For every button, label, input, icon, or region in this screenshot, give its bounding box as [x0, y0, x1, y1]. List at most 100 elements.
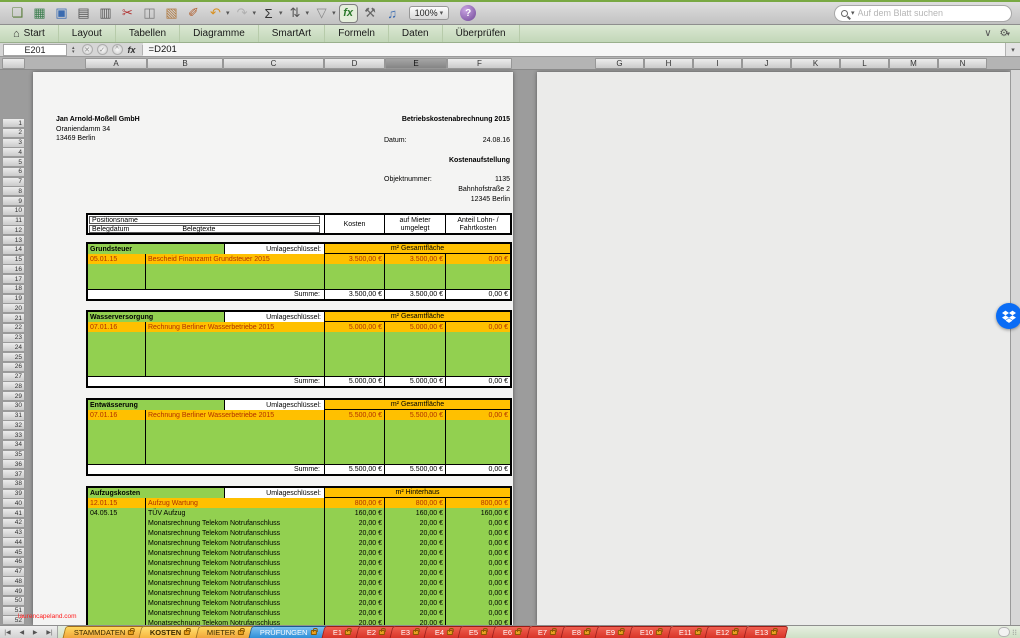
cell-anteil[interactable]: 0,00 €: [445, 598, 510, 608]
name-box[interactable]: E201: [3, 44, 67, 56]
accept-icon[interactable]: ✓: [97, 44, 108, 55]
umlage-value[interactable]: m² Gesamtfläche: [324, 312, 510, 322]
sender-name[interactable]: Jan Arnold-Moßell GmbH: [56, 115, 140, 125]
umlage-label[interactable]: Umlageschlüssel:: [224, 312, 324, 322]
ribbon-tab-tabellen[interactable]: Tabellen: [116, 25, 180, 42]
cell-kosten[interactable]: 20,00 €: [324, 538, 384, 548]
row-header-3[interactable]: 3: [2, 138, 25, 148]
sheet-search[interactable]: ▾: [834, 5, 1012, 22]
filler-cell[interactable]: [145, 420, 324, 464]
cell-kosten[interactable]: 3.500,00 €: [324, 254, 384, 264]
row-header-29[interactable]: 29: [2, 391, 25, 401]
cell-date[interactable]: 05.01.15: [88, 254, 145, 264]
cell-date[interactable]: [88, 528, 145, 538]
media-browser-icon[interactable]: ♫: [383, 4, 402, 23]
value-column-header-1[interactable]: auf Mieter umgelegt: [384, 215, 445, 234]
summe-kosten[interactable]: 3.500,00 €: [324, 290, 384, 299]
zoom-select[interactable]: 100%▾: [409, 6, 450, 20]
vertical-scrollbar[interactable]: [1010, 70, 1020, 625]
row-header-48[interactable]: 48: [2, 576, 25, 586]
row-header-32[interactable]: 32: [2, 420, 25, 430]
open-gallery-icon[interactable]: ▦: [30, 4, 49, 23]
umlage-label[interactable]: Umlageschlüssel:: [224, 488, 324, 498]
last-sheet-button[interactable]: ▶|: [46, 629, 52, 636]
filler-cell[interactable]: [88, 264, 145, 289]
column-header-m[interactable]: M: [889, 58, 938, 69]
sender-city[interactable]: 13469 Berlin: [56, 134, 140, 144]
cell-kosten[interactable]: 5.000,00 €: [324, 322, 384, 332]
row-header-6[interactable]: 6: [2, 167, 25, 177]
sheet-tab-pr-fungen[interactable]: PRÜFUNGEN: [249, 626, 329, 638]
ribbon-tab-daten[interactable]: Daten: [389, 25, 443, 42]
row-header-36[interactable]: 36: [2, 459, 25, 469]
umlage-value[interactable]: m² Gesamtfläche: [324, 244, 510, 254]
object-number[interactable]: 1135: [495, 175, 510, 185]
sheet-tab-stammdaten[interactable]: STAMMDATEN: [63, 626, 146, 638]
row-header-21[interactable]: 21: [2, 313, 25, 323]
table-row[interactable]: Monatsrechnung Telekom Notrufanschluss 20…: [88, 598, 510, 608]
row-header-35[interactable]: 35: [2, 450, 25, 460]
cell-text[interactable]: Monatsrechnung Telekom Notrufanschluss: [145, 548, 324, 558]
cell-mieter[interactable]: 20,00 €: [384, 528, 445, 538]
cell-date[interactable]: [88, 548, 145, 558]
open-icon[interactable]: ▣: [52, 4, 71, 23]
sort-dropdown-icon[interactable]: ▾: [306, 9, 310, 17]
toolbox-icon[interactable]: ⚒: [361, 4, 380, 23]
table-row[interactable]: Monatsrechnung Telekom Notrufanschluss20…: [88, 528, 510, 538]
table-row[interactable]: 07.01.16Rechnung Berliner Wasserbetriebe…: [88, 410, 510, 420]
cell-mieter[interactable]: 20,00 €: [384, 538, 445, 548]
ribbon-tab-formeln[interactable]: Formeln: [325, 25, 389, 42]
row-header-49[interactable]: 49: [2, 586, 25, 596]
cell-date[interactable]: [88, 518, 145, 528]
cell-anteil[interactable]: 0,00 €: [445, 410, 510, 420]
sheet-tab-e13[interactable]: E13: [743, 626, 788, 638]
autosum-dropdown-icon[interactable]: ▾: [279, 9, 283, 17]
cell-mieter[interactable]: 800,00 €: [384, 498, 445, 508]
redo-dropdown-icon[interactable]: ▾: [253, 9, 257, 17]
cell-date[interactable]: 07.01.16: [88, 410, 145, 420]
row-header-12[interactable]: 12: [2, 225, 25, 235]
undo-icon[interactable]: ↶: [206, 4, 225, 23]
cell-text[interactable]: Monatsrechnung Telekom Notrufanschluss: [145, 598, 324, 608]
row-header-39[interactable]: 39: [2, 489, 25, 499]
section-name[interactable]: Grundsteuer: [88, 244, 224, 254]
save-icon[interactable]: ▤: [74, 4, 93, 23]
cell-date[interactable]: [88, 608, 145, 618]
row-header-31[interactable]: 31: [2, 411, 25, 421]
summe-mieter[interactable]: 5.000,00 €: [384, 377, 445, 386]
ribbon-collapse-icon[interactable]: ∨: [984, 28, 991, 39]
table-row[interactable]: Monatsrechnung Telekom Notrufanschluss20…: [88, 588, 510, 598]
row-header-15[interactable]: 15: [2, 255, 25, 265]
row-header-4[interactable]: 4: [2, 147, 25, 157]
column-header-l[interactable]: L: [840, 58, 889, 69]
gear-icon[interactable]: ⚙▾: [1000, 28, 1010, 39]
row-header-13[interactable]: 13: [2, 235, 25, 245]
cell-date[interactable]: [88, 568, 145, 578]
horizontal-scrollbar[interactable]: [998, 627, 1010, 637]
cell-date[interactable]: [88, 538, 145, 548]
sheet-tab-mieter[interactable]: MIETER: [195, 626, 255, 638]
cancel-icon[interactable]: ✕: [82, 44, 93, 55]
cell-mieter[interactable]: 20,00 €: [384, 598, 445, 608]
copy-icon[interactable]: ◫: [140, 4, 159, 23]
column-header-b[interactable]: B: [147, 58, 223, 69]
cell-anteil[interactable]: 0,00 €: [445, 608, 510, 618]
table-row[interactable]: 12.01.15Aufzug Wartung800,00 €800,00 €80…: [88, 498, 510, 508]
cell-mieter[interactable]: 20,00 €: [384, 578, 445, 588]
doc-subtitle[interactable]: Kostenaufstellung: [384, 156, 510, 166]
table-row[interactable]: Monatsrechnung Telekom Notrufanschluss 20…: [88, 548, 510, 558]
cell-anteil[interactable]: 0,00 €: [445, 578, 510, 588]
cell-kosten[interactable]: 20,00 €: [324, 618, 384, 625]
row-header-40[interactable]: 40: [2, 498, 25, 508]
cell-mieter[interactable]: 20,00 €: [384, 548, 445, 558]
cell-kosten[interactable]: 20,00 €: [324, 608, 384, 618]
row-header-19[interactable]: 19: [2, 294, 25, 304]
row-header-10[interactable]: 10: [2, 206, 25, 216]
filler-cell[interactable]: [145, 332, 324, 376]
search-scope-caret-icon[interactable]: ▾: [851, 9, 855, 17]
row-header-5[interactable]: 5: [2, 157, 25, 167]
filler-cell[interactable]: [324, 332, 384, 376]
date-row[interactable]: Datum: 24.08.16: [384, 136, 510, 146]
row-header-1[interactable]: 1: [2, 118, 25, 128]
cell-text[interactable]: Bescheid Finanzamt Grundsteuer 2015: [145, 254, 324, 264]
